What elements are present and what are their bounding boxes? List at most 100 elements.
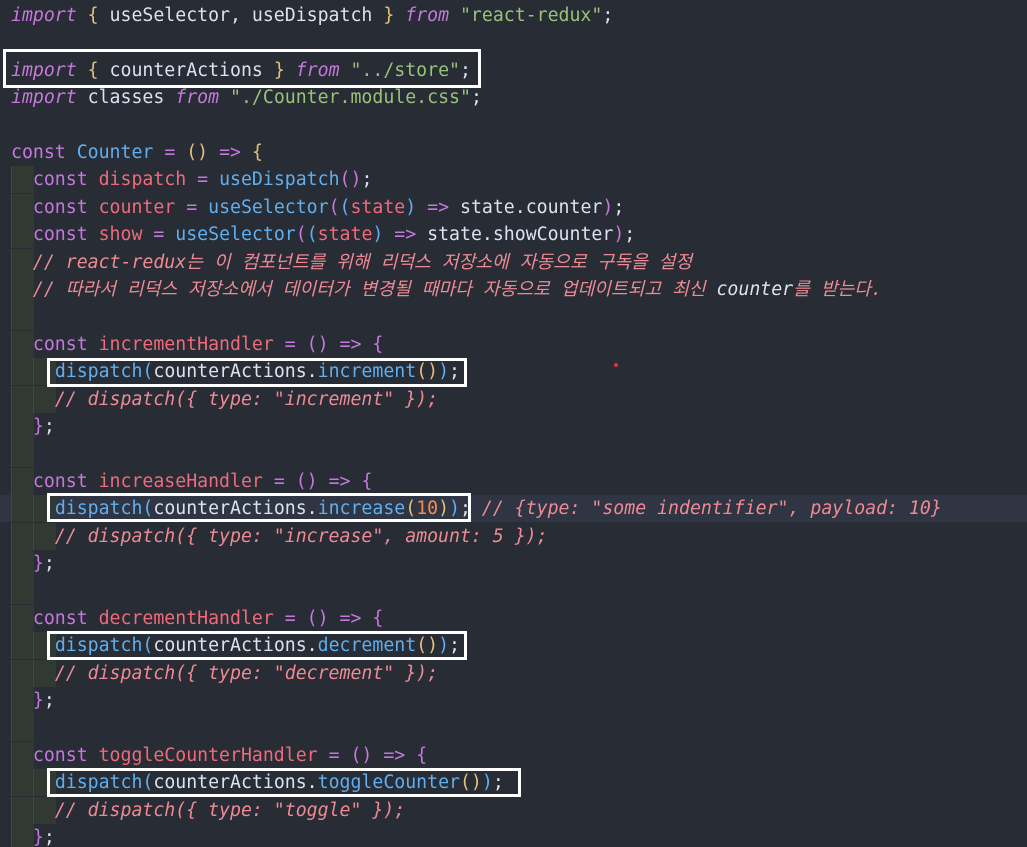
code-text: };: [11, 413, 55, 440]
code-line[interactable]: dispatch(counterActions.increment());: [0, 358, 1027, 386]
code-text: dispatch(counterActions.toggleCounter())…: [11, 769, 504, 796]
code-token: counter: [98, 196, 176, 218]
code-line[interactable]: [0, 440, 1027, 468]
code-line[interactable]: [0, 303, 1027, 331]
code-token: counterActions.: [153, 498, 318, 520]
code-token: const: [32, 196, 88, 218]
code-line[interactable]: import { counterActions } from "../store…: [0, 57, 1027, 84]
code-line[interactable]: [0, 714, 1027, 742]
code-line[interactable]: };: [0, 550, 1027, 577]
code-token: show: [98, 224, 143, 246]
code-line[interactable]: const decrementHandler = () => {: [0, 604, 1027, 632]
code-token: =: [273, 470, 285, 492]
code-token: increaseHandler: [98, 470, 263, 492]
code-line[interactable]: const counter = useSelector((state) => s…: [0, 193, 1027, 221]
code-token: increment: [317, 361, 417, 383]
code-line[interactable]: // react-redux는 이 컴포넌트를 위해 리덕스 저장소에 자동으로…: [0, 248, 1027, 276]
code-token: (: [142, 635, 154, 657]
code-text: import { useSelector, useDispatch } from…: [11, 2, 613, 29]
code-token: counterActions.: [153, 361, 318, 383]
code-line[interactable]: // 따라서 리덕스 저장소에서 데이터가 변경될 때마다 자동으로 업데이트되…: [0, 276, 1027, 303]
code-token: decrement: [317, 635, 417, 657]
code-token: ;: [492, 772, 504, 794]
code-line[interactable]: // dispatch({ type: "decrement" });: [0, 659, 1027, 687]
code-line[interactable]: [0, 112, 1027, 139]
code-line[interactable]: dispatch(counterActions.increase(10)); /…: [0, 495, 1027, 523]
code-token: }: [32, 553, 44, 574]
code-line[interactable]: import classes from "./Counter.module.cs…: [0, 84, 1027, 111]
code-token: ): [405, 196, 417, 218]
code-text: import classes from "./Counter.module.cs…: [11, 84, 482, 111]
code-line[interactable]: // dispatch({ type: "toggle" });: [0, 796, 1027, 824]
code-token: // dispatch({ type: "increment" });: [54, 388, 439, 410]
code-token: useDispatch: [219, 169, 340, 191]
code-token: (: [142, 498, 154, 520]
code-line[interactable]: };: [0, 824, 1027, 847]
code-line[interactable]: const incrementHandler = () => {: [0, 330, 1027, 358]
code-line[interactable]: const increaseHandler = () => {: [0, 467, 1027, 495]
indent-guide: [11, 577, 34, 605]
code-token: counterActions: [98, 59, 274, 81]
code-line[interactable]: [0, 577, 1027, 605]
code-line[interactable]: const toggleCounterHandler = () => {: [0, 741, 1027, 769]
code-line[interactable]: [0, 29, 1027, 56]
code-editor[interactable]: import { useSelector, useDispatch } from…: [0, 0, 1027, 847]
code-line[interactable]: };: [0, 413, 1027, 440]
code-line[interactable]: // dispatch({ type: "increment" });: [0, 385, 1027, 413]
code-token: ;: [449, 361, 460, 383]
code-token: "../store": [350, 59, 460, 81]
code-token: (: [142, 361, 154, 383]
code-text: // dispatch({ type: "decrement" });: [11, 660, 438, 687]
code-line[interactable]: };: [0, 687, 1027, 714]
code-line[interactable]: const show = useSelector((state) => stat…: [0, 221, 1027, 249]
code-token: useSelector: [208, 196, 329, 218]
code-token: {: [361, 470, 373, 492]
code-text: const dispatch = useDispatch();: [11, 166, 372, 193]
code-token: (): [306, 333, 329, 355]
code-token: (: [306, 224, 318, 246]
code-token: (: [328, 196, 340, 218]
code-token: // {type: "some indentifier", payload: 1…: [481, 498, 942, 520]
code-token: state: [350, 196, 406, 218]
code-token: const: [32, 607, 88, 629]
code-line[interactable]: // dispatch({ type: "increase", amount: …: [0, 522, 1027, 550]
red-dot-marker: [614, 363, 618, 367]
code-token: const: [32, 169, 88, 191]
code-line[interactable]: const Counter = () => {: [0, 139, 1027, 166]
code-token: (: [405, 498, 417, 520]
code-token: ;: [361, 169, 373, 191]
code-token: (): [459, 772, 482, 794]
code-line[interactable]: const dispatch = useDispatch();: [0, 166, 1027, 194]
code-token: toggleCounter: [317, 772, 460, 794]
code-token: const: [32, 333, 88, 355]
code-token: (): [295, 470, 318, 492]
code-token: =: [284, 607, 296, 629]
code-line[interactable]: dispatch(counterActions.toggleCounter())…: [0, 769, 1027, 797]
code-line[interactable]: dispatch(counterActions.decrement());: [0, 632, 1027, 660]
code-line[interactable]: import { useSelector, useDispatch } from…: [0, 2, 1027, 29]
code-token: const: [32, 744, 88, 766]
code-token: ): [613, 224, 625, 246]
code-text: import { counterActions } from "../store…: [11, 57, 471, 84]
code-token: }: [273, 59, 285, 81]
